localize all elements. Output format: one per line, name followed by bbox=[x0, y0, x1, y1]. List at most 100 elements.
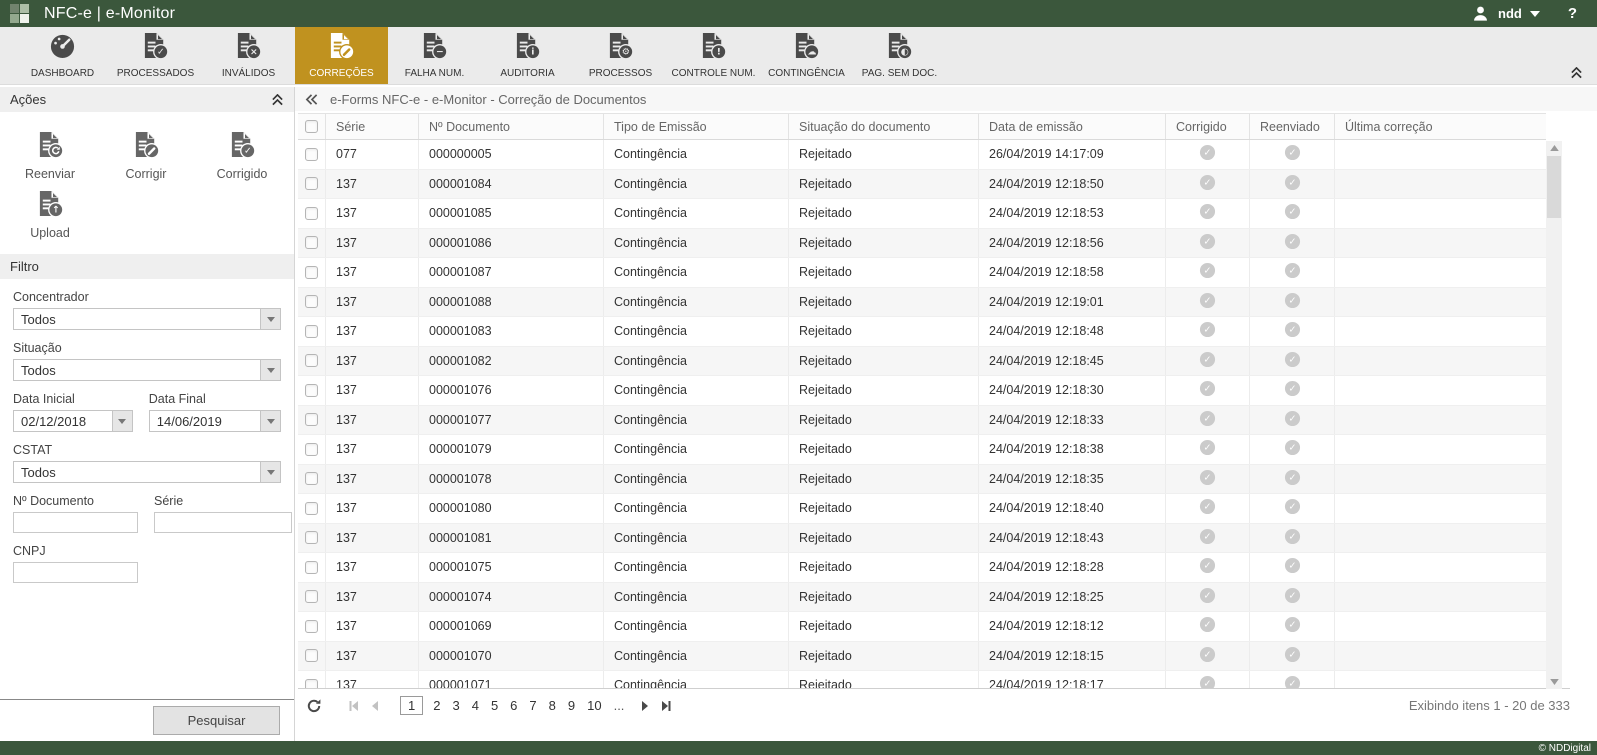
row-checkbox[interactable] bbox=[305, 531, 318, 544]
row-checkbox[interactable] bbox=[305, 177, 318, 190]
column-header-ultima-correcao[interactable]: Última correção bbox=[1335, 114, 1546, 139]
collapse-toolbar-icon[interactable] bbox=[1570, 67, 1583, 79]
row-checkbox[interactable] bbox=[305, 679, 318, 688]
chevron-down-icon[interactable] bbox=[260, 360, 280, 380]
search-button[interactable]: Pesquisar bbox=[153, 706, 280, 735]
table-row[interactable]: 137000001070ContingênciaRejeitado24/04/2… bbox=[298, 642, 1546, 672]
table-row[interactable]: 137000001069ContingênciaRejeitado24/04/2… bbox=[298, 612, 1546, 642]
row-checkbox[interactable] bbox=[305, 295, 318, 308]
page-7[interactable]: 7 bbox=[529, 698, 536, 713]
row-checkbox[interactable] bbox=[305, 590, 318, 603]
scroll-down-icon[interactable] bbox=[1546, 675, 1562, 689]
toolbar-item-pag-sem-doc[interactable]: ◐PAG. SEM DOC. bbox=[853, 27, 946, 84]
refresh-icon[interactable] bbox=[306, 698, 322, 714]
table-row[interactable]: 137000001087ContingênciaRejeitado24/04/2… bbox=[298, 258, 1546, 288]
column-header-serie[interactable]: Série bbox=[326, 114, 419, 139]
table-row[interactable]: 137000001080ContingênciaRejeitado24/04/2… bbox=[298, 494, 1546, 524]
table-row[interactable]: 137000001074ContingênciaRejeitado24/04/2… bbox=[298, 583, 1546, 613]
table-row[interactable]: 137000001077ContingênciaRejeitado24/04/2… bbox=[298, 406, 1546, 436]
page-8[interactable]: 8 bbox=[549, 698, 556, 713]
row-checkbox[interactable] bbox=[305, 325, 318, 338]
action-corrigir[interactable]: Corrigir bbox=[98, 130, 194, 181]
serie-input[interactable] bbox=[154, 512, 292, 533]
scroll-up-icon[interactable] bbox=[1546, 141, 1562, 155]
action-reenviar[interactable]: Reenviar bbox=[2, 130, 98, 181]
column-header-data-de-emissao[interactable]: Data de emissão bbox=[979, 114, 1166, 139]
row-checkbox[interactable] bbox=[305, 266, 318, 279]
data-inicial-picker[interactable]: 02/12/2018 bbox=[13, 410, 133, 432]
collapse-actions-icon[interactable] bbox=[271, 94, 284, 106]
table-row[interactable]: 077000000005ContingênciaRejeitado26/04/2… bbox=[298, 140, 1546, 170]
toolbar-item-auditoria[interactable]: iAUDITORIA bbox=[481, 27, 574, 84]
column-header-nº-documento[interactable]: Nº Documento bbox=[419, 114, 604, 139]
vertical-scrollbar[interactable] bbox=[1546, 141, 1562, 689]
collapse-sidebar-icon[interactable] bbox=[305, 93, 318, 106]
row-checkbox[interactable] bbox=[305, 443, 318, 456]
table-row[interactable]: 137000001076ContingênciaRejeitado24/04/2… bbox=[298, 376, 1546, 406]
table-row[interactable]: 137000001075ContingênciaRejeitado24/04/2… bbox=[298, 553, 1546, 583]
row-checkbox[interactable] bbox=[305, 384, 318, 397]
table-row[interactable]: 137000001088ContingênciaRejeitado24/04/2… bbox=[298, 288, 1546, 318]
page-6[interactable]: 6 bbox=[510, 698, 517, 713]
action-upload[interactable]: ↑Upload bbox=[2, 189, 98, 240]
page-1[interactable]: 1 bbox=[400, 696, 423, 715]
table-row[interactable]: 137000001086ContingênciaRejeitado24/04/2… bbox=[298, 229, 1546, 259]
row-checkbox[interactable] bbox=[305, 561, 318, 574]
toolbar-item-processados[interactable]: ✓PROCESSADOS bbox=[109, 27, 202, 84]
situacao-select[interactable]: Todos bbox=[13, 359, 281, 381]
toolbar-item-processos[interactable]: ⚙PROCESSOS bbox=[574, 27, 667, 84]
cnpj-input[interactable] bbox=[13, 562, 138, 583]
column-header-corrigido[interactable]: Corrigido bbox=[1166, 114, 1250, 139]
row-checkbox[interactable] bbox=[305, 502, 318, 515]
chevron-down-icon[interactable] bbox=[260, 411, 280, 431]
toolbar-item-correcoes[interactable]: CORREÇÕES bbox=[295, 27, 388, 84]
row-checkbox[interactable] bbox=[305, 472, 318, 485]
first-page-icon[interactable] bbox=[348, 700, 362, 712]
concentrador-select[interactable]: Todos bbox=[13, 308, 281, 330]
scrollbar-thumb[interactable] bbox=[1547, 156, 1561, 218]
toolbar-item-invalidos[interactable]: ×INVÁLIDOS bbox=[202, 27, 295, 84]
column-header-reenviado[interactable]: Reenviado bbox=[1250, 114, 1335, 139]
page-2[interactable]: 2 bbox=[433, 698, 440, 713]
row-checkbox[interactable] bbox=[305, 620, 318, 633]
row-checkbox[interactable] bbox=[305, 236, 318, 249]
page-3[interactable]: 3 bbox=[452, 698, 459, 713]
toolbar-item-contingencia[interactable]: ☁CONTINGÊNCIA bbox=[760, 27, 853, 84]
toolbar-item-dashboard[interactable]: DASHBOARD bbox=[16, 27, 109, 84]
column-header-tipo-de-emissao[interactable]: Tipo de Emissão bbox=[604, 114, 789, 139]
table-row[interactable]: 137000001071ContingênciaRejeitado24/04/2… bbox=[298, 671, 1546, 688]
page-9[interactable]: 9 bbox=[568, 698, 575, 713]
select-all-checkbox[interactable] bbox=[305, 120, 318, 133]
table-row[interactable]: 137000001078ContingênciaRejeitado24/04/2… bbox=[298, 465, 1546, 495]
previous-page-icon[interactable] bbox=[368, 700, 382, 712]
row-checkbox[interactable] bbox=[305, 148, 318, 161]
page-10[interactable]: 10 bbox=[587, 698, 601, 713]
table-row[interactable]: 137000001083ContingênciaRejeitado24/04/2… bbox=[298, 317, 1546, 347]
help-button[interactable]: ? bbox=[1568, 5, 1577, 22]
column-header-situacao-do-documento[interactable]: Situação do documento bbox=[789, 114, 979, 139]
next-page-icon[interactable] bbox=[638, 700, 652, 712]
row-checkbox[interactable] bbox=[305, 207, 318, 220]
table-row[interactable]: 137000001079ContingênciaRejeitado24/04/2… bbox=[298, 435, 1546, 465]
table-row[interactable]: 137000001085ContingênciaRejeitado24/04/2… bbox=[298, 199, 1546, 229]
table-row[interactable]: 137000001082ContingênciaRejeitado24/04/2… bbox=[298, 347, 1546, 377]
table-row[interactable]: 137000001084ContingênciaRejeitado24/04/2… bbox=[298, 170, 1546, 200]
row-checkbox[interactable] bbox=[305, 413, 318, 426]
page-5[interactable]: 5 bbox=[491, 698, 498, 713]
user-menu[interactable]: ndd bbox=[1498, 6, 1522, 21]
last-page-icon[interactable] bbox=[658, 700, 672, 712]
action-corrigido[interactable]: ✓Corrigido bbox=[194, 130, 290, 181]
chevron-down-icon[interactable] bbox=[260, 462, 280, 482]
data-final-picker[interactable]: 14/06/2019 bbox=[149, 410, 281, 432]
chevron-down-icon[interactable] bbox=[112, 411, 132, 431]
chevron-down-icon[interactable] bbox=[1530, 11, 1540, 17]
chevron-down-icon[interactable] bbox=[260, 309, 280, 329]
n-documento-input[interactable] bbox=[13, 512, 138, 533]
page-4[interactable]: 4 bbox=[472, 698, 479, 713]
toolbar-item-controle-num[interactable]: !CONTROLE NUM. bbox=[667, 27, 760, 84]
row-checkbox[interactable] bbox=[305, 649, 318, 662]
toolbar-item-falha-num[interactable]: −FALHA NUM. bbox=[388, 27, 481, 84]
row-checkbox[interactable] bbox=[305, 354, 318, 367]
cstat-select[interactable]: Todos bbox=[13, 461, 281, 483]
table-row[interactable]: 137000001081ContingênciaRejeitado24/04/2… bbox=[298, 524, 1546, 554]
